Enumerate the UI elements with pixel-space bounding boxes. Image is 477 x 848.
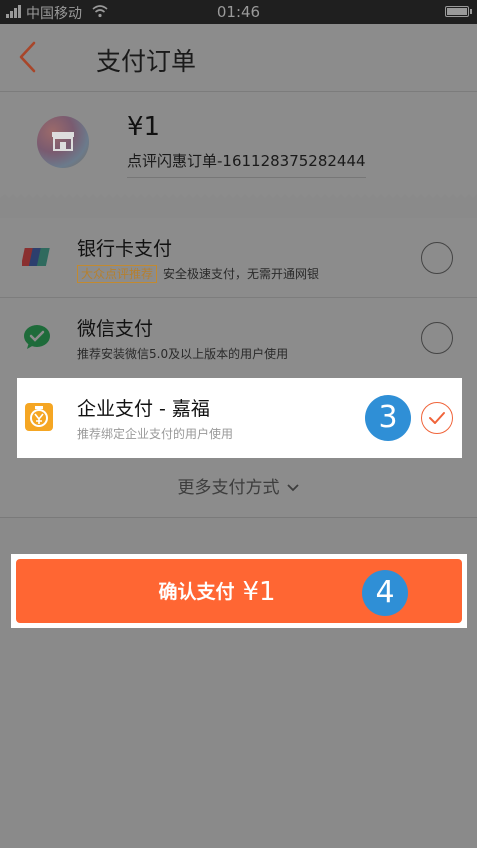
unionpay-icon xyxy=(22,248,50,266)
payment-radio[interactable] xyxy=(421,322,453,354)
recommend-badge: 大众点评推荐 xyxy=(77,265,158,283)
payment-option-bankcard[interactable]: 银行卡支付 大众点评推荐 安全极速支付，无需开通网银 xyxy=(0,218,477,298)
enterprise-pay-icon xyxy=(25,403,53,431)
confirm-price: ¥1 xyxy=(242,577,276,607)
merchant-avatar xyxy=(37,116,89,168)
step-badge-3: 3 xyxy=(365,395,411,441)
receipt-edge xyxy=(0,192,477,198)
payment-name: 银行卡支付 xyxy=(77,238,173,260)
confirm-label-group: 确认支付 ¥1 xyxy=(16,577,418,607)
payment-desc: 大众点评推荐 安全极速支付，无需开通网银 xyxy=(77,265,319,283)
confirm-label: 确认支付 xyxy=(158,581,235,603)
order-amount: ¥1 xyxy=(127,112,161,142)
chevron-left-icon[interactable] xyxy=(16,40,40,74)
battery-icon xyxy=(445,6,472,17)
payment-desc-text: 安全极速支付，无需开通网银 xyxy=(163,267,320,281)
order-description: 点评闪惠订单-161128375282444 xyxy=(127,150,366,178)
payment-radio[interactable] xyxy=(421,242,453,274)
chevron-down-icon xyxy=(286,484,299,492)
order-card: ¥1 点评闪惠订单-161128375282444 xyxy=(0,92,477,198)
status-time: 01:46 xyxy=(216,3,261,21)
more-payment-methods[interactable]: 更多支付方式 xyxy=(0,458,477,518)
wechat-pay-icon xyxy=(24,325,50,349)
payment-option-wechat[interactable]: 微信支付 推荐安装微信5.0及以上版本的用户使用 xyxy=(0,298,477,378)
check-icon xyxy=(429,412,445,424)
status-bar: 中国移动 01:46 xyxy=(0,0,477,24)
payment-desc: 推荐绑定企业支付的用户使用 xyxy=(77,427,234,441)
payment-desc: 推荐安装微信5.0及以上版本的用户使用 xyxy=(77,347,289,361)
header: 支付订单 xyxy=(0,24,477,92)
payment-radio-selected[interactable] xyxy=(421,402,453,434)
store-icon xyxy=(52,132,74,151)
more-payment-methods-label: 更多支付方式 xyxy=(177,478,280,498)
page-title: 支付订单 xyxy=(96,47,197,76)
payment-name: 微信支付 xyxy=(77,318,154,340)
step-badge-4: 4 xyxy=(362,570,408,616)
payment-name: 企业支付 - 嘉福 xyxy=(77,398,210,420)
